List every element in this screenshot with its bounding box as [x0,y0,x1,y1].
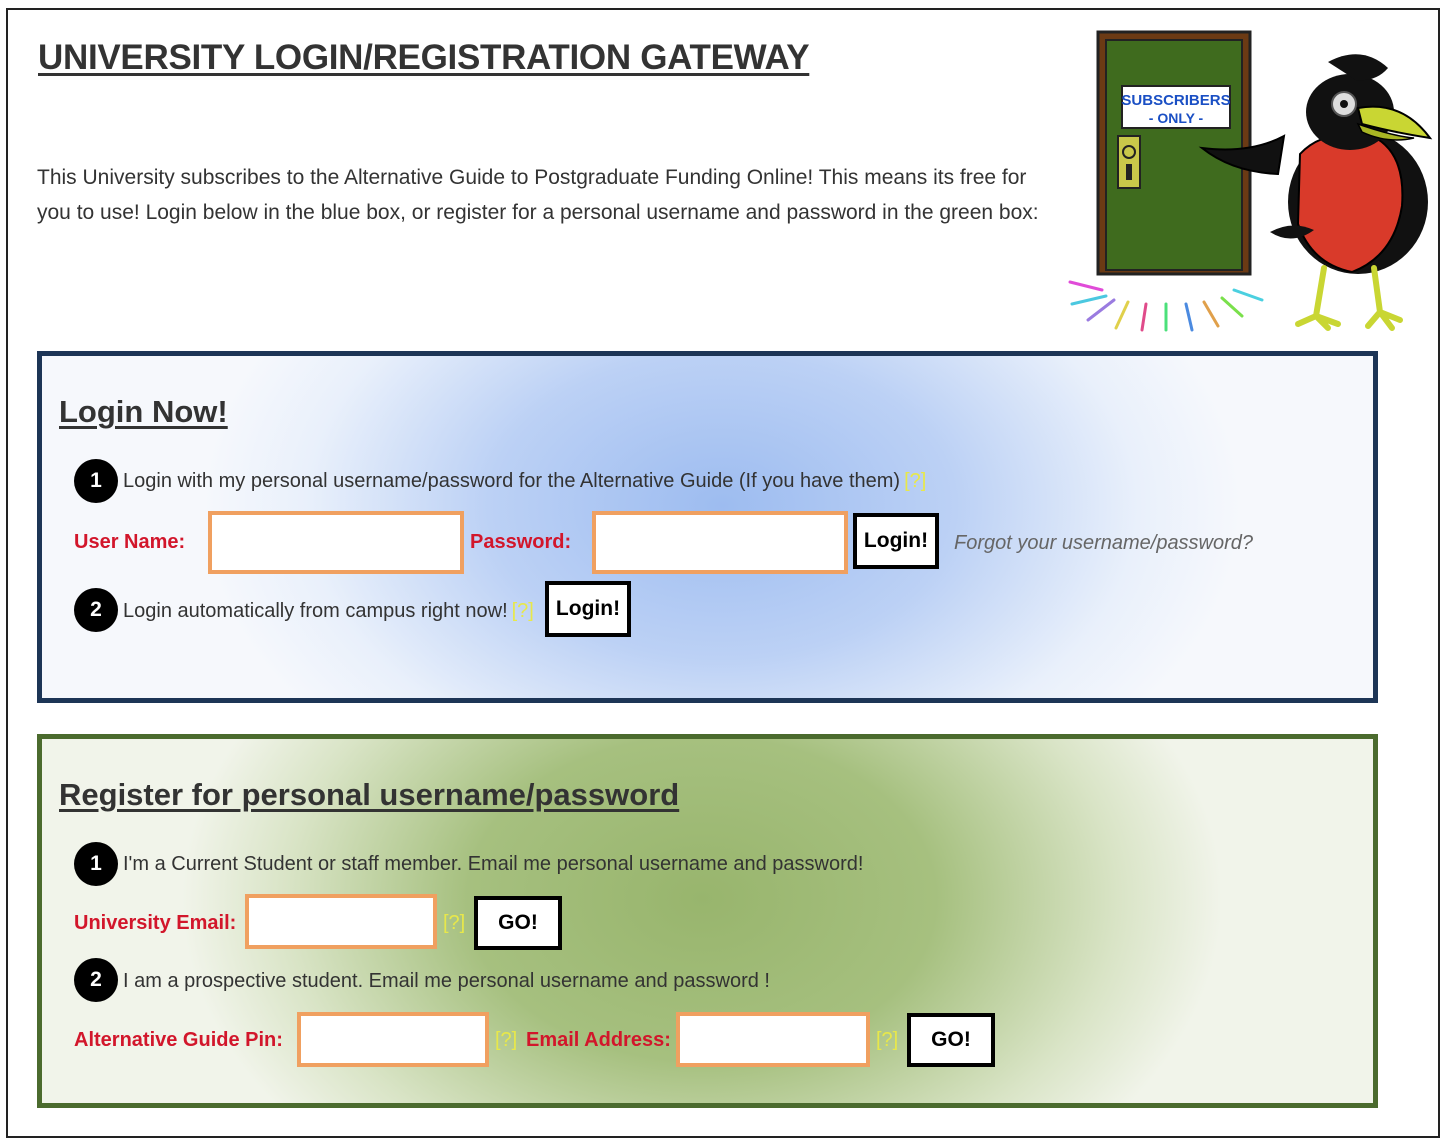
light-rays [1068,280,1264,332]
username-label: User Name: [74,531,186,553]
login-box: Login Now! 1 Login with my personal user… [37,351,1378,703]
help-link[interactable]: [?] [876,1029,898,1052]
register-box: Register for personal username/password … [37,734,1378,1108]
password-input[interactable] [592,511,848,574]
register-step1-text: I'm a Current Student or staff member. E… [123,853,864,875]
login-step2-text: Login automatically from campus right no… [123,600,508,622]
university-email-input[interactable] [245,894,437,949]
campus-login-button[interactable]: Login! [545,581,631,637]
email-address-label: Email Address: [526,1029,671,1051]
register-step2-text: I am a prospective student. Email me per… [123,970,770,992]
login-step1-text: Login with my personal username/password… [123,470,901,492]
step-number-badge: 1 [74,842,118,886]
help-link[interactable]: [?] [512,600,534,622]
username-input[interactable] [208,511,464,574]
door-sign-line2: - ONLY - [1149,110,1204,126]
go-button-2[interactable]: GO! [907,1013,995,1067]
mascot-illustration: SUBSCRIBERS - ONLY - [1068,30,1433,332]
login-step2-row: Login automatically from campus right no… [123,600,534,623]
step-number-badge: 1 [74,459,118,503]
email-address-input[interactable] [676,1012,870,1067]
login-heading: Login Now! [59,394,228,429]
help-link[interactable]: [?] [904,470,926,492]
intro-text: This University subscribes to the Altern… [37,166,1039,224]
help-link[interactable]: [?] [495,1029,517,1052]
door-sign-line1: SUBSCRIBERS [1121,92,1230,109]
password-label: Password: [470,531,572,553]
step-number-badge: 2 [74,588,118,632]
login-step1-row: Login with my personal username/password… [123,470,926,493]
login-button[interactable]: Login! [853,513,939,569]
pin-label: Alternative Guide Pin: [74,1029,283,1051]
step-number-badge: 2 [74,958,118,1002]
pin-input[interactable] [297,1012,489,1067]
university-email-label: University Email: [74,912,237,934]
forgot-password-link[interactable]: Forgot your username/password? [954,532,1253,555]
go-button-1[interactable]: GO! [474,896,562,950]
page-title: UNIVERSITY LOGIN/REGISTRATION GATEWAY [38,38,810,77]
help-link[interactable]: [?] [443,912,465,935]
register-heading: Register for personal username/password [59,777,680,812]
